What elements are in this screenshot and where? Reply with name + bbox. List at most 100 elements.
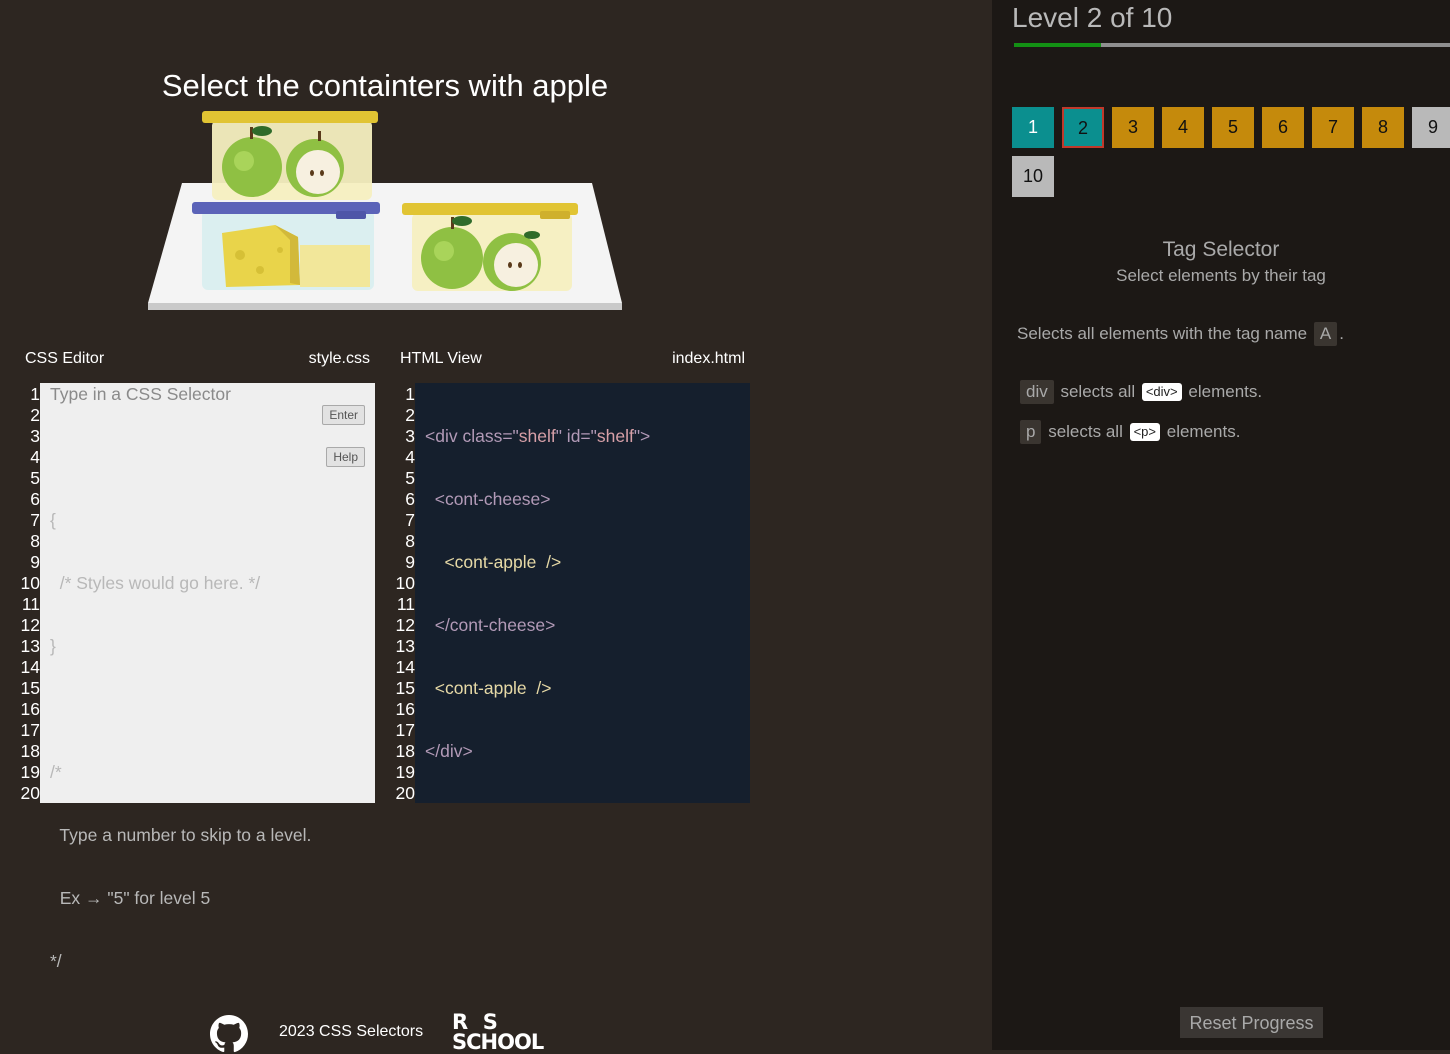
selector-syntax: Selects all elements with the tag name A… <box>1017 322 1344 346</box>
example-text: elements. <box>1188 382 1263 401</box>
apple-container[interactable] <box>402 203 578 291</box>
comment-line: /* Styles would go here. */ <box>50 573 261 593</box>
line-number: 11 <box>396 594 415 614</box>
line-number: 15 <box>20 678 40 698</box>
line-number: 10 <box>395 573 415 593</box>
line-number: 15 <box>395 678 415 698</box>
level-button-9[interactable]: 9 <box>1412 107 1450 148</box>
code-line-shelf-open[interactable]: <div class="shelf" id="shelf"> <box>425 426 650 447</box>
copyright-text: 2023 CSS Selectors <box>279 1023 424 1040</box>
level-button-4[interactable]: 4 <box>1162 107 1204 148</box>
line-number: 13 <box>20 636 40 656</box>
rs-school-logo[interactable]: R S SCHOOL <box>452 1010 562 1053</box>
line-number: 17 <box>20 720 40 740</box>
line-number: 17 <box>395 720 415 740</box>
line-number: 2 <box>405 405 415 425</box>
line-number: 7 <box>30 510 40 530</box>
level-button-2[interactable]: 2 <box>1062 107 1104 148</box>
html-markup: <div class="shelf" id="shelf"> <cont-che… <box>425 384 650 804</box>
cheese-container[interactable] <box>192 202 380 290</box>
help-button[interactable]: Help <box>326 447 365 467</box>
level-button-6[interactable]: 6 <box>1262 107 1304 148</box>
comment-line: Type a number to skip to a level. <box>50 825 312 845</box>
line-number: 5 <box>405 468 415 488</box>
line-number: 1 <box>405 384 415 404</box>
line-number: 2 <box>30 405 40 425</box>
syntax-end: . <box>1339 324 1344 343</box>
level-button-7[interactable]: 7 <box>1312 107 1354 148</box>
level-button-10[interactable]: 10 <box>1012 156 1054 197</box>
css-selector-input[interactable] <box>50 384 310 405</box>
line-number: 9 <box>30 552 40 572</box>
comment-line: /* <box>50 762 62 782</box>
code-line-cont-apple[interactable]: <cont-apple /> <box>425 678 650 699</box>
line-number: 18 <box>395 741 415 761</box>
code-token: shelf <box>518 426 556 446</box>
example-text: selects all <box>1048 422 1123 441</box>
level-button-1[interactable]: 1 <box>1012 107 1054 148</box>
line-number: 8 <box>405 531 415 551</box>
code-line-cont-cheese-open[interactable]: <cont-cheese> <box>425 489 650 510</box>
code-line-cont-apple-nested[interactable]: <cont-apple /> <box>425 552 650 573</box>
line-number: 8 <box>30 531 40 551</box>
syntax-chip: A <box>1313 322 1338 346</box>
html-viewer-header: HTML View index.html <box>400 350 745 370</box>
level-button-5[interactable]: 5 <box>1212 107 1254 148</box>
example-div: div selects all <div> elements. <box>1018 380 1262 404</box>
line-number: 11 <box>21 594 40 614</box>
example-p: p selects all <p> elements. <box>1018 420 1240 444</box>
comment-line: } <box>50 636 56 656</box>
line-number: 20 <box>395 783 415 803</box>
reset-progress-button[interactable]: Reset Progress <box>1180 1007 1323 1038</box>
html-viewer-body: <div class="shelf" id="shelf"> <cont-che… <box>415 383 750 803</box>
line-number: 6 <box>405 489 415 509</box>
sidebar: Level 2 of 10 1 2 3 4 5 6 7 8 9 10 Tag S… <box>992 0 1450 1050</box>
code-token: " id=" <box>555 426 597 446</box>
level-button-8[interactable]: 8 <box>1362 107 1404 148</box>
line-number: 9 <box>405 552 415 572</box>
example-chip: div <box>1020 380 1054 404</box>
line-number: 6 <box>30 489 40 509</box>
github-icon[interactable] <box>210 1015 248 1053</box>
level-progress-fill <box>1014 43 1102 47</box>
selector-name: Tag Selector <box>1162 238 1280 261</box>
line-number: 3 <box>30 426 40 446</box>
line-number: 5 <box>30 468 40 488</box>
example-text: elements. <box>1166 422 1241 441</box>
table-edge <box>148 303 622 310</box>
code-token: shelf <box>596 426 634 446</box>
line-number: 13 <box>395 636 415 656</box>
line-number: 20 <box>20 783 40 803</box>
css-line-numbers: 1 2 3 4 5 6 7 8 9 10 11 12 13 14 15 16 1… <box>20 383 40 804</box>
line-number: 14 <box>395 657 415 677</box>
line-number: 4 <box>30 447 40 467</box>
level-title: Level 2 of 10 <box>1012 2 1173 33</box>
selector-description: Select elements by their tag <box>1116 266 1326 285</box>
line-number: 12 <box>395 615 415 635</box>
comment-line: { <box>50 510 56 530</box>
line-number: 18 <box>20 741 40 761</box>
html-viewer-filename: index.html <box>672 350 745 367</box>
syntax-text: Selects all elements with the tag name <box>1017 324 1308 343</box>
line-number: 3 <box>405 426 415 446</box>
line-number: 14 <box>20 657 40 677</box>
line-number: 16 <box>20 699 40 719</box>
code-token: <div class=" <box>425 426 519 446</box>
example-tag: <p> <box>1129 423 1160 441</box>
code-line-cont-cheese-close[interactable]: </cont-cheese> <box>425 615 650 636</box>
enter-button[interactable]: Enter <box>322 405 365 425</box>
code-line-shelf-close[interactable]: </div> <box>425 741 650 762</box>
logo-top: R S <box>452 1010 498 1034</box>
level-button-3[interactable]: 3 <box>1112 107 1154 148</box>
line-number: 4 <box>405 447 415 467</box>
line-number: 16 <box>395 699 415 719</box>
line-number: 7 <box>405 510 415 530</box>
comment-line <box>50 699 311 720</box>
apple-container-nested[interactable] <box>202 111 378 200</box>
game-area: Select the containters with apple CSS Ed… <box>0 0 992 1053</box>
css-editor-header: CSS Editor style.css <box>25 350 370 370</box>
example-text: selects all <box>1060 382 1136 401</box>
example-chip: p <box>1020 420 1042 444</box>
line-number: 19 <box>20 762 40 782</box>
comment-line: */ <box>50 951 62 971</box>
